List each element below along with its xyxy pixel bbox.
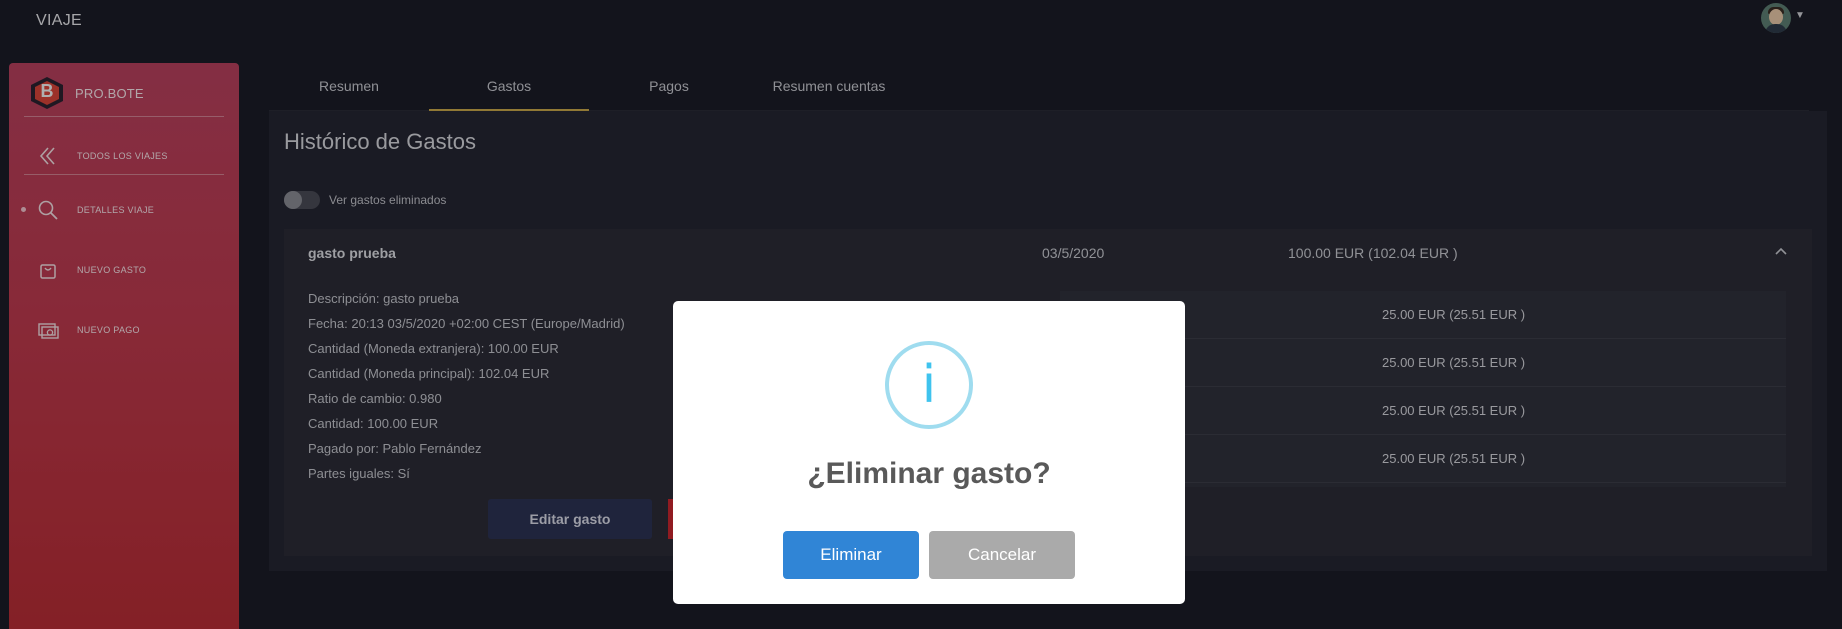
dialog-title: ¿Eliminar gasto? bbox=[807, 457, 1051, 490]
info-icon: i bbox=[885, 341, 973, 429]
cancel-button[interactable]: Cancelar bbox=[929, 531, 1075, 579]
confirm-delete-dialog: i ¿Eliminar gasto? Eliminar Cancelar bbox=[673, 301, 1185, 604]
confirm-delete-button[interactable]: Eliminar bbox=[783, 531, 919, 579]
